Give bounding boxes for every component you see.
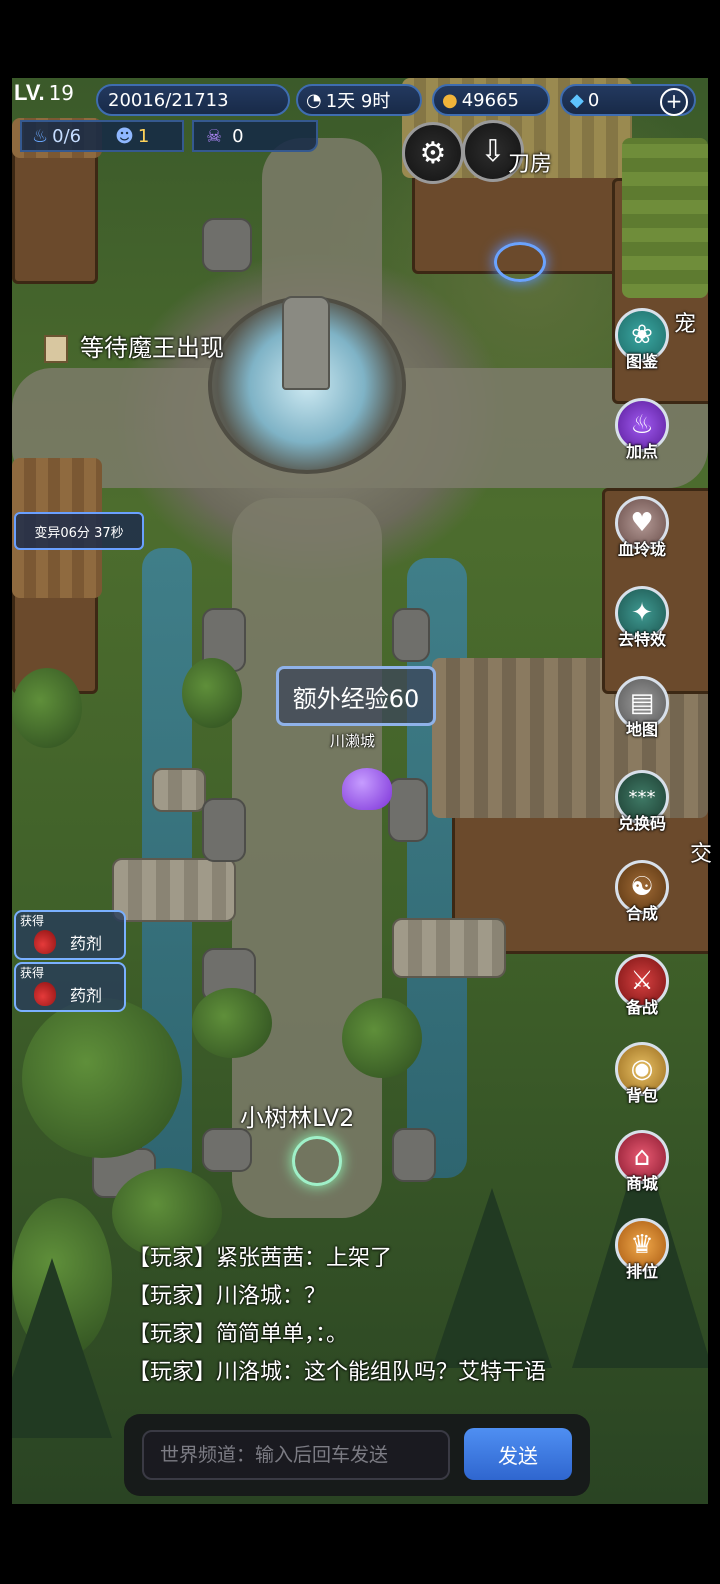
potion-icon	[34, 930, 56, 954]
send-button[interactable]: 发送	[464, 1428, 572, 1480]
building-label[interactable]: 刀房	[508, 146, 552, 178]
reward-name: 药剂	[70, 934, 103, 953]
status-value: 1	[137, 125, 150, 147]
exp-value: 20016/21713	[108, 89, 229, 111]
bridge	[152, 768, 206, 812]
menu-map[interactable]: ▤ 地图	[612, 676, 672, 740]
menu-attribute[interactable]: ♨ 加点	[612, 398, 672, 462]
reward-got-label: 获得	[20, 914, 45, 928]
status-bar: ♨ 0/6 ☻ 1	[20, 120, 184, 152]
plus-icon[interactable]: +	[660, 88, 688, 116]
menu-label: 排位	[625, 1262, 658, 1281]
tree	[22, 998, 182, 1158]
fountain-statue	[282, 296, 330, 390]
exp-bar: 20016/21713	[96, 84, 290, 116]
bush	[342, 998, 422, 1078]
menu-label: 血玲珑	[617, 540, 666, 559]
house	[12, 138, 98, 284]
status-icon: ☻	[115, 125, 134, 147]
bush	[192, 988, 272, 1058]
bridge	[392, 918, 506, 978]
area-name[interactable]: 小树林LV2	[240, 1098, 354, 1133]
demon-value: 0	[232, 125, 244, 147]
menu-label: 加点	[625, 442, 658, 461]
reward-got-label: 获得	[20, 966, 45, 980]
stamina-icon: ♨	[32, 125, 49, 147]
gold-value: 49665	[461, 89, 519, 111]
potion-icon	[34, 982, 56, 1006]
diamond-value: 0	[587, 89, 600, 111]
level-display: LV. 19	[14, 80, 94, 120]
diamond-icon: ◆	[570, 89, 584, 111]
menu-label: 商城	[625, 1174, 658, 1193]
menu-blood-linglong[interactable]: ♥ 血玲珑	[612, 496, 672, 560]
chat-message: 【玩家】简简单单，：。	[128, 1322, 349, 1347]
menu-redeem-code[interactable]: *** 兑换码	[612, 770, 672, 834]
teleport-circle-icon[interactable]	[292, 1136, 342, 1186]
rock	[202, 1128, 252, 1172]
stamina-value: 0/6	[52, 125, 82, 147]
mutate-timer-text: 变异06分 37秒	[34, 525, 124, 541]
mutate-timer: 变异06分 37秒	[14, 512, 144, 550]
menu-label: 图鉴	[625, 352, 658, 371]
world-chat-input[interactable]	[142, 1430, 450, 1480]
demon-icon: ☠	[206, 125, 223, 147]
pine-tree	[12, 1258, 112, 1438]
menu-codex[interactable]: ❀ 图鉴	[612, 308, 672, 372]
level-value: 19	[48, 81, 75, 105]
edge-label: 交	[690, 842, 713, 867]
edge-label: 宠	[674, 312, 697, 337]
bush	[182, 658, 242, 728]
menu-label: 备战	[625, 998, 658, 1017]
rock	[388, 778, 428, 842]
rock	[202, 218, 252, 272]
menu-shop[interactable]: ⌂ 商城	[612, 1130, 672, 1194]
exp-bonus-box: 额外经验60	[276, 666, 436, 726]
menu-label: 地图	[625, 720, 658, 739]
chat-log: 【玩家】紧张茜茜：上架了 【玩家】川洛城：？ 【玩家】简简单单，：。 【玩家】川…	[128, 1240, 598, 1388]
bush	[12, 668, 82, 748]
level-prefix: LV.	[14, 80, 45, 105]
rock	[392, 608, 430, 662]
exp-bonus-text: 额外经验60	[292, 684, 420, 713]
menu-ranking[interactable]: ♛ 排位	[612, 1218, 672, 1282]
town-name: 川濑城	[330, 732, 376, 750]
menu-label: 兑换码	[617, 814, 666, 833]
reward-name: 药剂	[70, 986, 103, 1005]
menu-prepare-battle[interactable]: ⚔ 备战	[612, 954, 672, 1018]
menu-backpack[interactable]: ◉ 背包	[612, 1042, 672, 1106]
menu-label: 去特效	[617, 630, 666, 649]
gear-icon: ⚙	[419, 135, 447, 171]
teleport-circle-icon[interactable]	[494, 242, 546, 282]
rock	[202, 798, 246, 862]
roof	[622, 138, 708, 298]
download-icon: ⇩	[480, 133, 506, 169]
reward-item[interactable]: 获得 药剂	[14, 910, 126, 960]
settings-button[interactable]: ⚙	[402, 122, 464, 184]
boss-notice-text: 等待魔王出现	[80, 334, 224, 362]
gold-display: ● 49665	[432, 84, 550, 116]
diamond-display: ◆ 0 +	[560, 84, 696, 116]
menu-label: 背包	[625, 1086, 658, 1105]
menu-synthesis[interactable]: ☯ 合成	[612, 860, 672, 924]
boss-notice[interactable]: 等待魔王出现	[44, 328, 224, 363]
rock	[392, 1128, 436, 1182]
time-display: ◔ 1天 9时	[296, 84, 422, 116]
player-slime-character[interactable]	[342, 768, 392, 810]
bridge	[112, 858, 236, 922]
scroll-icon	[44, 335, 68, 363]
clock-icon: ◔	[306, 89, 322, 111]
chat-message: 【玩家】川洛城：？	[128, 1284, 327, 1309]
reward-item[interactable]: 获得 药剂	[14, 962, 126, 1012]
status-bar-2: ☠ 0	[192, 120, 318, 152]
gold-coin-icon: ●	[442, 89, 458, 111]
menu-label: 合成	[625, 904, 658, 923]
chat-message: 【玩家】紧张茜茜：上架了	[128, 1246, 393, 1271]
menu-remove-effects[interactable]: ✦ 去特效	[612, 586, 672, 650]
time-value: 1天 9时	[325, 91, 391, 112]
chat-message: 【玩家】川洛城：这个能组队吗？艾特干语	[128, 1360, 547, 1385]
